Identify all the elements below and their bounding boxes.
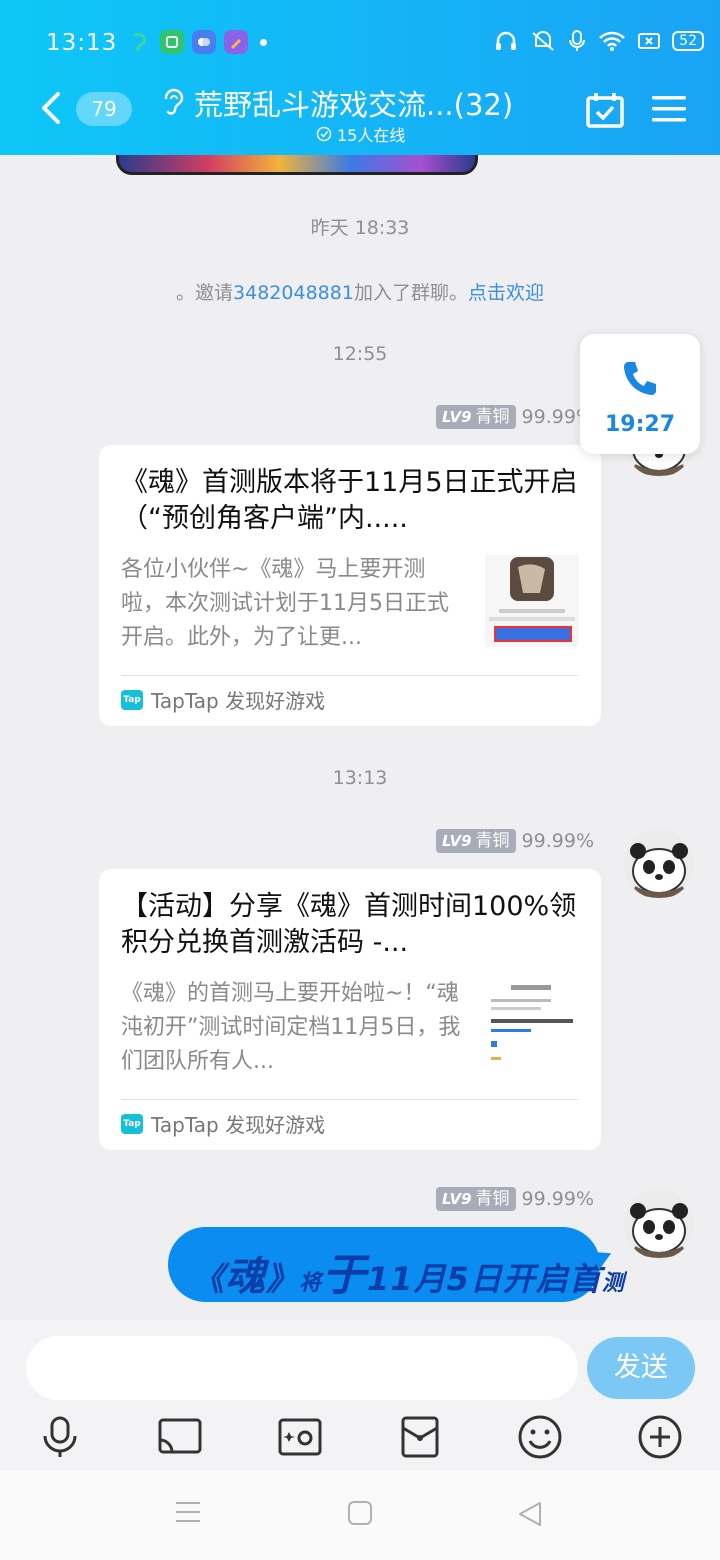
unread-count-badge[interactable]: 79 xyxy=(76,92,132,126)
emoji-icon[interactable] xyxy=(517,1414,563,1460)
card-source-text: TapTap 发现好游戏 xyxy=(151,1113,326,1137)
voice-icon[interactable] xyxy=(37,1414,83,1460)
notification-icons xyxy=(128,30,267,54)
bubble-part: 《 xyxy=(192,1260,226,1298)
bubble-part: 》 xyxy=(266,1260,300,1298)
card-thumbnail xyxy=(485,555,579,647)
bubble-text: 《魂》将于11月5日开启首测 xyxy=(192,1239,625,1303)
timestamp: 昨天 18:33 xyxy=(310,217,410,239)
message-list[interactable]: 昨天 18:33 。邀请3482048881加入了群聊。点击欢迎 12:55 L… xyxy=(0,155,720,1320)
back-nav-icon[interactable] xyxy=(516,1500,544,1528)
invited-user-link[interactable]: 3482048881 xyxy=(233,282,354,304)
rank-text: 青铜 xyxy=(475,1189,510,1209)
menu-icon[interactable] xyxy=(652,94,686,124)
level-text: LV9 xyxy=(442,408,472,426)
photo-icon[interactable] xyxy=(277,1414,323,1460)
bubble-part: 魂 xyxy=(225,1254,267,1300)
chat-title-area[interactable]: 荒野乱斗游戏交流...(32) 15人在线 xyxy=(160,80,560,150)
headphones-icon xyxy=(496,31,517,50)
card-thumbnail xyxy=(485,979,579,1071)
card-source: Tap TapTap 发现好游戏 xyxy=(121,685,325,714)
timestamp: 13:13 xyxy=(332,767,388,789)
screen-share-icon[interactable] xyxy=(157,1414,203,1460)
online-status: 15人在线 xyxy=(316,122,405,146)
activity-percent: 99.99% xyxy=(521,830,594,852)
card-divider xyxy=(121,1099,579,1100)
ear-mode-icon xyxy=(164,88,184,115)
mute-icon xyxy=(532,31,554,51)
avatar[interactable] xyxy=(624,829,694,899)
toolbar xyxy=(0,1410,720,1466)
taptap-icon: Tap xyxy=(121,689,143,710)
plus-icon[interactable] xyxy=(637,1414,683,1460)
edit-app-icon xyxy=(224,30,248,54)
card-title: 【活动】分享《魂》首测时间100%领积分兑换首测激活码 -... xyxy=(121,891,577,958)
bubble-part: 于 xyxy=(322,1250,368,1301)
system-suffix: 加入了群聊。 xyxy=(353,282,468,304)
card-source-text: TapTap 发现好游戏 xyxy=(151,689,326,713)
status-time: 13:13 xyxy=(46,30,118,56)
level-text: LV9 xyxy=(442,1190,472,1208)
phone-icon xyxy=(624,362,656,395)
system-navigation-bar xyxy=(0,1470,720,1560)
card-source: Tap TapTap 发现好游戏 xyxy=(121,1109,325,1138)
more-notifications-dot xyxy=(260,38,267,46)
status-bar: 13:13 52 xyxy=(0,22,720,66)
rank-text: 青铜 xyxy=(475,831,510,851)
system-status-icons: 52 xyxy=(494,30,704,52)
avatar[interactable] xyxy=(624,1189,694,1259)
red-packet-icon[interactable] xyxy=(397,1414,443,1460)
activity-percent: 99.99% xyxy=(521,1188,594,1210)
microphone-icon xyxy=(569,30,586,51)
system-prefix: 。邀请 xyxy=(176,282,234,304)
nav-bar: 79 荒野乱斗游戏交流...(32) 15人在线 xyxy=(0,78,720,148)
call-duration: 19:27 xyxy=(604,412,676,437)
bubble-part: 测 xyxy=(601,1271,625,1296)
level-badge: LV9 青铜 xyxy=(436,405,516,429)
screencast-icon xyxy=(638,33,661,49)
online-count: 15人在线 xyxy=(337,126,406,145)
online-check-icon xyxy=(316,126,332,142)
card-title: 《魂》首测版本将于11月5日正式开启（“预创角客户端”内..... xyxy=(121,467,578,534)
calendar-check-icon[interactable] xyxy=(586,92,624,128)
level-badge: LV9 青铜 xyxy=(436,829,516,853)
level-text: LV9 xyxy=(442,832,472,850)
wifi-icon xyxy=(599,31,626,51)
battery-indicator: 52 xyxy=(672,31,704,51)
sender-info: LV9 青铜 99.99% xyxy=(436,405,594,429)
link-card[interactable]: 【活动】分享《魂》首测时间100%领积分兑换首测激活码 -... 《魂》的首测马… xyxy=(99,869,601,1150)
chat-header: 13:13 52 79 荒野乱斗游戏交流...(32) 15人在线 xyxy=(0,0,720,155)
system-message: 。邀请3482048881加入了群聊。点击欢迎 xyxy=(0,278,720,305)
panda-avatar-icon xyxy=(624,1189,694,1259)
send-button[interactable]: 发送 xyxy=(587,1337,695,1399)
bubble-part: 将 xyxy=(299,1271,323,1296)
rank-text: 青铜 xyxy=(475,407,510,427)
card-description: 《魂》的首测马上要开始啦~！“魂沌初开”测试时间定档11月5日，我们团队所有人.… xyxy=(121,981,461,1074)
bubble-part: 11月5日开启首 xyxy=(367,1260,602,1298)
home-icon[interactable] xyxy=(347,1500,373,1526)
chat-title: 荒野乱斗游戏交流...(32) xyxy=(194,88,514,122)
welcome-link[interactable]: 点击欢迎 xyxy=(468,282,544,304)
sender-info: LV9 青铜 99.99% xyxy=(436,829,594,853)
back-arrow-icon[interactable] xyxy=(36,88,66,128)
card-description: 各位小伙伴~《魂》马上要开测啦，本次测试计划于11月5日正式开启。此外，为了让更… xyxy=(121,557,449,650)
styled-text-bubble[interactable]: 《魂》将于11月5日开启首测 xyxy=(168,1227,624,1302)
input-area: 发送 xyxy=(0,1320,720,1470)
message-input[interactable] xyxy=(26,1336,578,1400)
previous-image-message[interactable] xyxy=(116,155,478,175)
panda-avatar-icon xyxy=(624,829,694,899)
wechat-app-icon xyxy=(160,30,184,54)
level-badge: LV9 青铜 xyxy=(436,1187,516,1211)
chat-app-icon xyxy=(192,30,216,54)
floating-call-widget[interactable]: 19:27 xyxy=(580,334,700,454)
assistant-app-icon xyxy=(128,30,152,54)
card-divider xyxy=(121,675,579,676)
taptap-icon: Tap xyxy=(121,1113,143,1134)
link-card[interactable]: 《魂》首测版本将于11月5日正式开启（“预创角客户端”内..... 各位小伙伴~… xyxy=(99,445,601,726)
recent-apps-icon[interactable] xyxy=(175,1500,201,1524)
sender-info: LV9 青铜 99.99% xyxy=(436,1187,594,1211)
